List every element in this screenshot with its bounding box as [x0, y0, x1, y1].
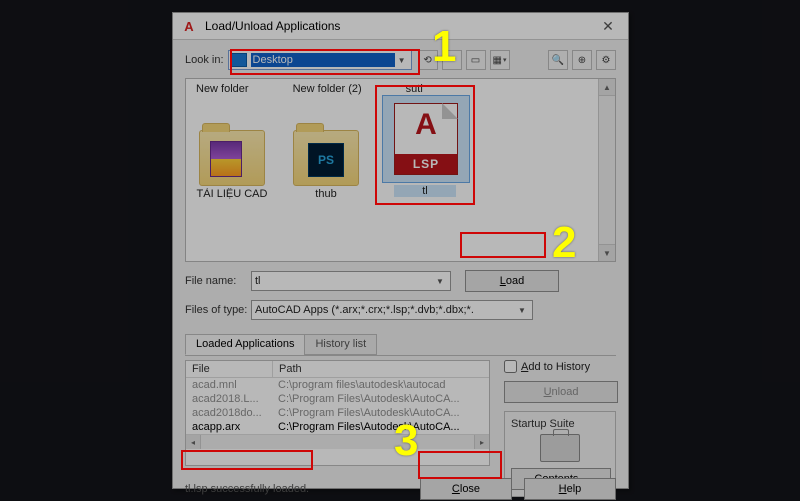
col-file[interactable]: File: [186, 361, 273, 377]
tools-icon[interactable]: ⚙: [596, 50, 616, 70]
views-icon[interactable]: ▦: [490, 50, 510, 70]
new-folder-icon[interactable]: ▭: [466, 50, 486, 70]
filetype-select[interactable]: AutoCAD Apps (*.arx;*.crx;*.lsp;*.dvb;*.…: [251, 300, 533, 320]
back-icon[interactable]: ⟲: [418, 50, 438, 70]
chevron-down-icon: ▼: [433, 277, 447, 286]
file-browser[interactable]: New folder New folder (2) suti TÀI LIỆU …: [185, 78, 616, 262]
item-caption: tl: [394, 185, 456, 197]
dialog-title: Load/Unload Applications: [205, 19, 340, 33]
table-row[interactable]: acad.mnlC:\program files\autodesk\autoca…: [186, 378, 489, 392]
folder-label[interactable]: New folder (2): [293, 83, 362, 95]
load-button[interactable]: Load: [465, 270, 559, 292]
filename-label: File name:: [185, 275, 251, 287]
item-caption: thub: [288, 188, 364, 200]
unload-button: Unload: [504, 381, 618, 403]
briefcase-icon[interactable]: [540, 434, 580, 462]
desktop-icon: [231, 53, 247, 67]
horizontal-scrollbar[interactable]: [186, 434, 489, 449]
scroll-down-icon[interactable]: ▼: [599, 244, 615, 261]
close-button[interactable]: Close: [420, 478, 512, 500]
filename-input[interactable]: tl ▼: [251, 271, 451, 291]
add-favorite-icon[interactable]: ⊕: [572, 50, 592, 70]
lookin-select[interactable]: Desktop ▼: [228, 50, 412, 70]
table-row[interactable]: acad2018.L...C:\Program Files\Autodesk\A…: [186, 392, 489, 406]
close-icon[interactable]: ✕: [588, 13, 628, 39]
status-message: tl.lsp successfully loaded.: [185, 483, 309, 495]
vertical-scrollbar[interactable]: ▲ ▼: [598, 79, 615, 261]
folder-icon: [199, 130, 265, 186]
list-item[interactable]: TÀI LIỆU CAD: [194, 130, 270, 200]
chevron-down-icon: ▼: [515, 306, 529, 315]
folder-icon: [293, 130, 359, 186]
item-caption: TÀI LIỆU CAD: [194, 188, 270, 200]
help-button[interactable]: Help: [524, 478, 616, 500]
folder-label[interactable]: New folder: [196, 83, 249, 95]
load-unload-dialog: Load/Unload Applications ✕ Look in: Desk…: [172, 12, 629, 489]
filetype-label: Files of type:: [185, 304, 251, 316]
table-row[interactable]: acad2018do...C:\Program Files\Autodesk\A…: [186, 406, 489, 420]
add-to-history-checkbox[interactable]: Add to History: [504, 360, 616, 373]
table-row[interactable]: acapp.arxC:\Program Files\Autodesk\AutoC…: [186, 420, 489, 434]
up-icon[interactable]: ⬏: [442, 50, 462, 70]
titlebar[interactable]: Load/Unload Applications ✕: [173, 13, 628, 40]
list-item-selected[interactable]: A LSP tl: [382, 117, 468, 200]
autocad-icon: [179, 16, 199, 36]
lsp-file-icon: A LSP: [394, 103, 458, 175]
folder-label[interactable]: suti: [406, 83, 423, 95]
chevron-down-icon: ▼: [395, 56, 409, 65]
list-item[interactable]: thub: [288, 130, 364, 200]
lookin-label: Look in:: [185, 54, 224, 66]
tab-history-list[interactable]: History list: [304, 334, 377, 355]
col-path[interactable]: Path: [273, 361, 308, 377]
lookin-value: Desktop: [251, 53, 395, 67]
loaded-apps-list[interactable]: File Path acad.mnlC:\program files\autod…: [185, 360, 490, 466]
scroll-up-icon[interactable]: ▲: [599, 79, 615, 96]
tab-loaded-applications[interactable]: Loaded Applications: [185, 334, 305, 355]
find-file-icon[interactable]: 🔍: [548, 50, 568, 70]
